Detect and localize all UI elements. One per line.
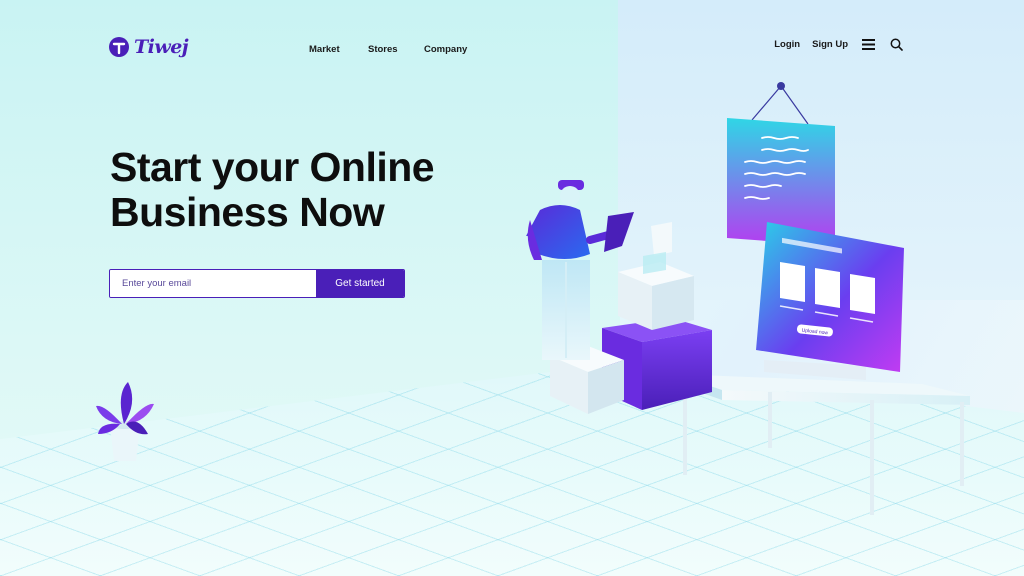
signup-link[interactable]: Sign Up bbox=[812, 39, 848, 50]
nav-link-market[interactable]: Market bbox=[309, 44, 340, 55]
brand-name: Tiwej bbox=[134, 36, 189, 58]
email-input[interactable] bbox=[110, 270, 316, 297]
brand-logo[interactable]: Tiwej bbox=[108, 36, 189, 58]
nav-link-company[interactable]: Company bbox=[424, 44, 467, 55]
hero-title: Start your Online Business Now bbox=[110, 145, 510, 235]
tiwej-logo-icon bbox=[109, 37, 129, 57]
get-started-button[interactable]: Get started bbox=[316, 270, 404, 297]
nav-link-stores[interactable]: Stores bbox=[368, 44, 398, 55]
email-signup-form: Get started bbox=[109, 269, 405, 298]
hamburger-menu-icon[interactable] bbox=[860, 36, 876, 52]
top-navbar: Tiwej Market Stores Company Login Sign U… bbox=[0, 0, 1024, 90]
hero-title-line-2: Business Now bbox=[110, 189, 385, 235]
search-icon[interactable] bbox=[888, 36, 904, 52]
login-link[interactable]: Login bbox=[774, 39, 800, 50]
nav-actions: Login Sign Up bbox=[774, 36, 904, 52]
hero-title-line-1: Start your Online bbox=[110, 144, 435, 190]
